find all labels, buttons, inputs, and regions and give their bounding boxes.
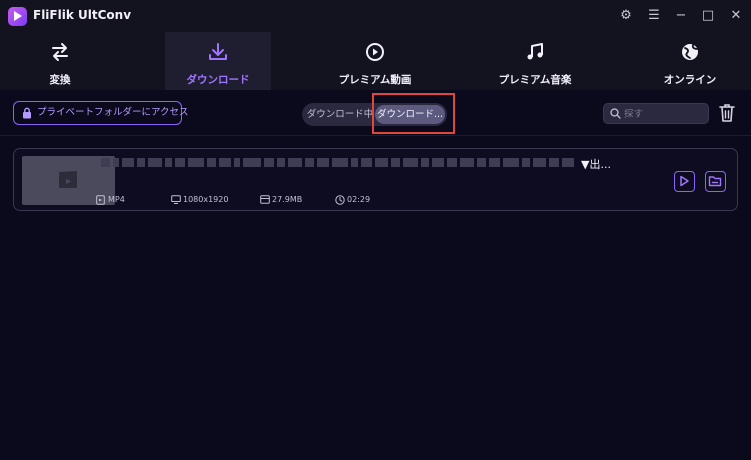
minimize-icon[interactable]: − xyxy=(671,6,691,26)
storage-icon xyxy=(260,195,270,204)
lock-icon xyxy=(23,107,31,119)
tab-convert[interactable]: 変換 xyxy=(0,32,120,90)
app-title: FliFlik UltConv xyxy=(33,8,132,22)
tab-premium-music[interactable]: プレミアム音楽 xyxy=(480,32,590,90)
size-value: 27.9MB xyxy=(272,195,303,204)
play-icon xyxy=(680,175,689,187)
maximize-icon[interactable]: □ xyxy=(698,6,718,26)
resolution-value: 1080x1920 xyxy=(183,195,229,204)
app-logo-icon xyxy=(8,7,27,26)
menu-icon[interactable]: ☰ xyxy=(644,6,664,26)
search-icon xyxy=(610,108,621,119)
globe-icon xyxy=(682,44,698,60)
monitor-icon xyxy=(171,195,181,204)
gear-icon[interactable]: ⚙ xyxy=(616,6,636,26)
main-tabs: 変換 ダウンロード プレミアム動画 プレミアム音楽 オンライン xyxy=(0,32,751,90)
tab-online[interactable]: オンライン xyxy=(640,32,740,90)
trash-icon[interactable] xyxy=(718,103,736,123)
video-title-suffix: ▼出... xyxy=(581,158,611,171)
play-button[interactable] xyxy=(674,171,695,192)
tab-online-label: オンライン xyxy=(663,74,717,86)
download-icon xyxy=(209,43,227,60)
title-bar: FliFlik UltConv ⚙ ☰ − □ ✕ xyxy=(0,0,751,32)
close-icon[interactable]: ✕ xyxy=(726,6,746,26)
video-title-redacted xyxy=(101,158,574,167)
folder-icon xyxy=(708,176,722,187)
search-box xyxy=(603,103,709,124)
download-item[interactable]: ▼出... MP4 1080x1920 27.9MB 02:29 xyxy=(13,148,738,211)
convert-icon xyxy=(52,43,68,61)
segment-downloading[interactable]: ダウンロード中 xyxy=(306,103,374,126)
file-icon xyxy=(96,195,105,205)
tab-premium-video[interactable]: プレミアム動画 xyxy=(320,32,430,90)
music-note-icon xyxy=(527,43,543,60)
highlight-box xyxy=(372,93,455,134)
tab-download[interactable]: ダウンロード xyxy=(165,32,271,90)
private-folder-button[interactable]: プライベートフォルダーにアクセス xyxy=(13,101,189,125)
tab-convert-label: 変換 xyxy=(49,74,71,86)
private-folder-label: プライベートフォルダーにアクセス xyxy=(37,107,189,118)
duration-value: 02:29 xyxy=(347,195,371,204)
search-input[interactable] xyxy=(624,107,704,121)
play-circle-icon xyxy=(366,43,384,61)
tab-download-label: ダウンロード xyxy=(186,74,250,86)
clock-icon xyxy=(335,195,345,205)
format-value: MP4 xyxy=(108,195,125,204)
video-clapper-icon xyxy=(59,171,77,188)
tab-premium-music-label: プレミアム音楽 xyxy=(498,74,572,86)
tab-premium-video-label: プレミアム動画 xyxy=(338,74,412,86)
open-folder-button[interactable] xyxy=(705,171,726,192)
